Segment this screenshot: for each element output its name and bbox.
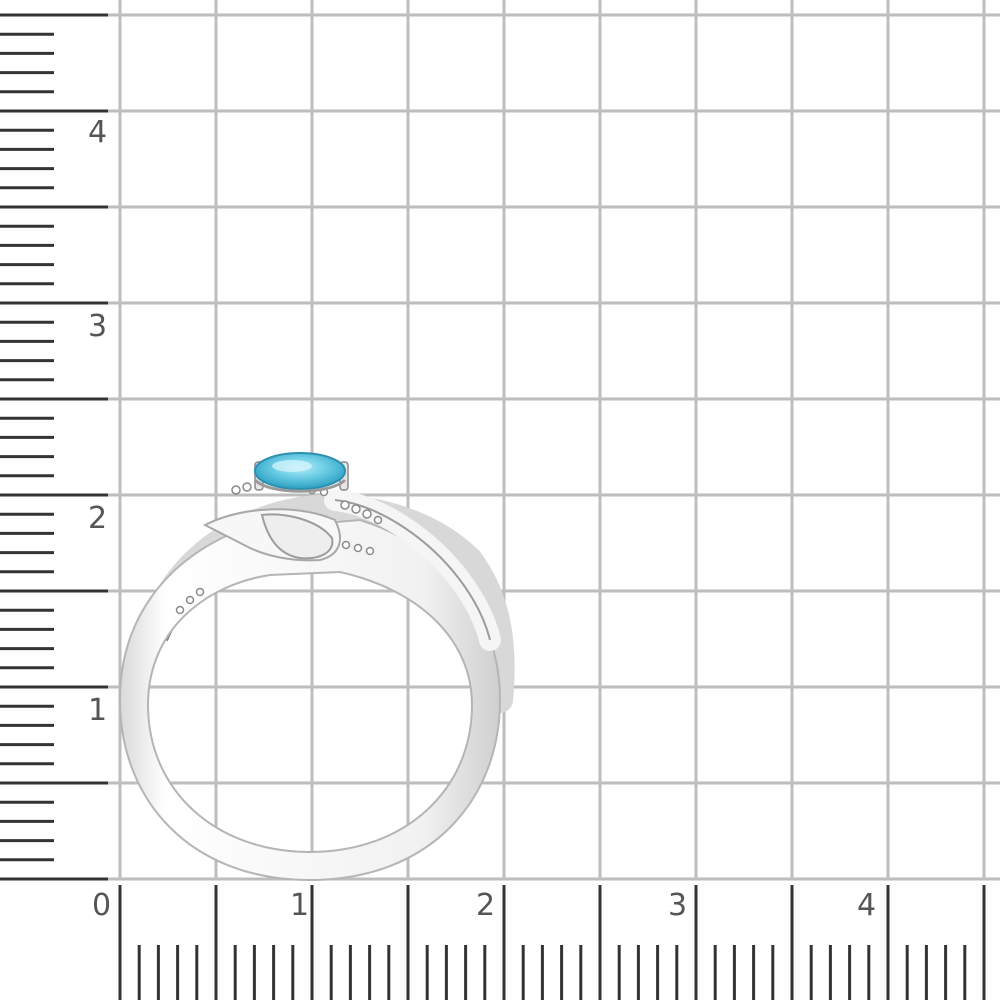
y-tick-label-1: 1 <box>88 693 107 728</box>
y-tick-label-3: 3 <box>88 309 107 344</box>
y-tick-label-4: 4 <box>88 115 107 150</box>
x-tick-label-1: 1 <box>290 888 309 923</box>
x-tick-label-0: 0 <box>92 888 111 923</box>
product-photo: 4 3 2 1 0 1 2 3 4 <box>0 0 1000 1000</box>
x-tick-label-2: 2 <box>476 888 495 923</box>
gem-highlight <box>272 460 312 472</box>
background <box>0 0 1000 1000</box>
x-tick-label-3: 3 <box>668 888 687 923</box>
y-tick-label-2: 2 <box>88 501 107 536</box>
x-tick-label-4: 4 <box>857 888 876 923</box>
